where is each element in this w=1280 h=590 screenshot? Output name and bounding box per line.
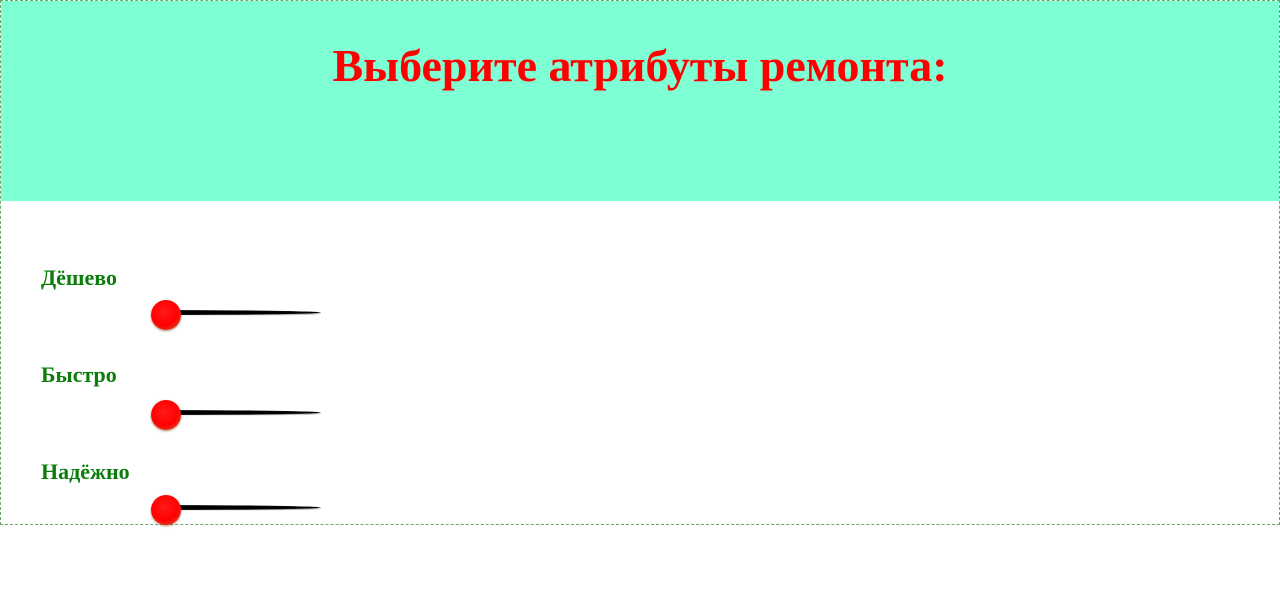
label-reliable: Надёжно [41, 459, 130, 484]
slider-reliable[interactable] [151, 495, 321, 525]
slider-thumb[interactable] [151, 300, 181, 330]
label-fast: Быстро [41, 362, 117, 387]
slider-track [166, 505, 321, 510]
header-banner: Выберите атрибуты ремонта: [1, 1, 1279, 201]
slider-track [166, 310, 321, 315]
slider-cheap[interactable] [151, 300, 321, 330]
slider-track [166, 410, 321, 415]
page-frame: Выберите атрибуты ремонта: Дёшево Быстро… [0, 0, 1280, 525]
slider-thumb[interactable] [151, 400, 181, 430]
page-title: Выберите атрибуты ремонта: [332, 40, 948, 91]
slider-thumb[interactable] [151, 495, 181, 525]
label-cheap: Дёшево [41, 265, 117, 290]
slider-fast[interactable] [151, 400, 321, 430]
